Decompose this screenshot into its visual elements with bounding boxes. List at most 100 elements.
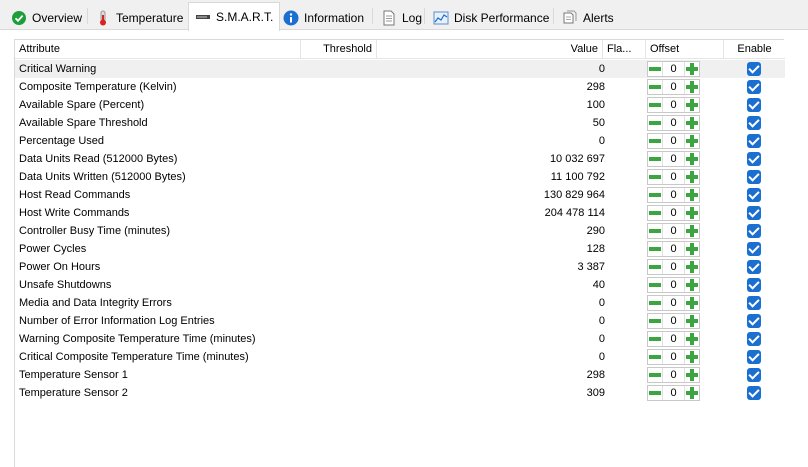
offset-value[interactable]: 0 [662,368,685,382]
column-flags[interactable]: Fla... [603,40,646,59]
offset-value[interactable]: 0 [662,206,685,220]
enable-checkbox[interactable] [747,188,761,202]
minus-icon[interactable] [648,368,662,382]
enable-checkbox[interactable] [747,62,761,76]
tab-log[interactable]: Log [374,4,429,30]
table-row[interactable]: Power On Hours 3 387 0 [15,258,785,276]
offset-value[interactable]: 0 [662,386,685,400]
enable-checkbox[interactable] [747,386,761,400]
enable-checkbox[interactable] [747,296,761,310]
enable-checkbox[interactable] [747,368,761,382]
minus-icon[interactable] [648,98,662,112]
offset-value[interactable]: 0 [662,260,685,274]
table-row[interactable]: Unsafe Shutdowns 40 0 [15,276,785,294]
minus-icon[interactable] [648,296,662,310]
table-row[interactable]: Temperature Sensor 1 298 0 [15,366,785,384]
minus-icon[interactable] [648,278,662,292]
offset-value[interactable]: 0 [662,350,685,364]
minus-icon[interactable] [648,224,662,238]
table-row[interactable]: Available Spare (Percent) 100 0 [15,96,785,114]
enable-checkbox[interactable] [747,170,761,184]
plus-icon[interactable] [685,98,699,112]
plus-icon[interactable] [685,134,699,148]
table-row[interactable]: Number of Error Information Log Entries 0… [15,312,785,330]
plus-icon[interactable] [685,170,699,184]
enable-checkbox[interactable] [747,206,761,220]
minus-icon[interactable] [648,188,662,202]
table-row[interactable]: Data Units Read (512000 Bytes) 10 032 697… [15,150,785,168]
table-row[interactable]: Host Read Commands 130 829 964 0 [15,186,785,204]
table-row[interactable]: Temperature Sensor 2 309 0 [15,384,785,402]
enable-checkbox[interactable] [747,314,761,328]
enable-checkbox[interactable] [747,278,761,292]
enable-checkbox[interactable] [747,350,761,364]
table-row[interactable]: Critical Warning 0 0 [15,60,785,78]
table-row[interactable]: Warning Composite Temperature Time (minu… [15,330,785,348]
plus-icon[interactable] [685,188,699,202]
offset-value[interactable]: 0 [662,170,685,184]
tab-alerts[interactable]: Alerts [555,4,621,30]
column-offset[interactable]: Offset [646,40,724,59]
offset-value[interactable]: 0 [662,224,685,238]
minus-icon[interactable] [648,170,662,184]
tab-temperature[interactable]: Temperature [88,4,190,30]
offset-value[interactable]: 0 [662,278,685,292]
table-row[interactable]: Available Spare Threshold 50 0 [15,114,785,132]
minus-icon[interactable] [648,80,662,94]
table-row[interactable]: Critical Composite Temperature Time (min… [15,348,785,366]
column-attribute[interactable]: Attribute [15,40,301,59]
plus-icon[interactable] [685,80,699,94]
plus-icon[interactable] [685,314,699,328]
column-value[interactable]: Value [377,40,603,59]
enable-checkbox[interactable] [747,242,761,256]
minus-icon[interactable] [648,386,662,400]
table-row[interactable]: Data Units Written (512000 Bytes) 11 100 … [15,168,785,186]
offset-value[interactable]: 0 [662,296,685,310]
minus-icon[interactable] [648,116,662,130]
column-enable[interactable]: Enable [724,40,785,59]
offset-value[interactable]: 0 [662,152,685,166]
offset-value[interactable]: 0 [662,134,685,148]
table-row[interactable]: Controller Busy Time (minutes) 290 0 [15,222,785,240]
plus-icon[interactable] [685,224,699,238]
enable-checkbox[interactable] [747,260,761,274]
table-row[interactable]: Percentage Used 0 0 [15,132,785,150]
tab-disk-performance[interactable]: Disk Performance [426,4,556,30]
minus-icon[interactable] [648,62,662,76]
column-threshold[interactable]: Threshold [301,40,377,59]
enable-checkbox[interactable] [747,332,761,346]
minus-icon[interactable] [648,260,662,274]
tab-information[interactable]: Information [276,4,371,30]
minus-icon[interactable] [648,152,662,166]
plus-icon[interactable] [685,386,699,400]
tab-overview[interactable]: Overview [4,4,89,30]
offset-value[interactable]: 0 [662,332,685,346]
offset-value[interactable]: 0 [662,314,685,328]
minus-icon[interactable] [648,134,662,148]
plus-icon[interactable] [685,116,699,130]
enable-checkbox[interactable] [747,116,761,130]
enable-checkbox[interactable] [747,98,761,112]
minus-icon[interactable] [648,242,662,256]
plus-icon[interactable] [685,332,699,346]
table-row[interactable]: Composite Temperature (Kelvin) 298 0 [15,78,785,96]
minus-icon[interactable] [648,314,662,328]
table-row[interactable]: Host Write Commands 204 478 114 0 [15,204,785,222]
offset-value[interactable]: 0 [662,62,685,76]
plus-icon[interactable] [685,368,699,382]
minus-icon[interactable] [648,350,662,364]
enable-checkbox[interactable] [747,80,761,94]
plus-icon[interactable] [685,350,699,364]
offset-value[interactable]: 0 [662,98,685,112]
plus-icon[interactable] [685,296,699,310]
offset-value[interactable]: 0 [662,242,685,256]
enable-checkbox[interactable] [747,152,761,166]
table-row[interactable]: Media and Data Integrity Errors 0 0 [15,294,785,312]
plus-icon[interactable] [685,278,699,292]
plus-icon[interactable] [685,242,699,256]
plus-icon[interactable] [685,152,699,166]
tab-smart[interactable]: S.M.A.R.T. [188,2,281,31]
enable-checkbox[interactable] [747,224,761,238]
plus-icon[interactable] [685,62,699,76]
table-row[interactable]: Power Cycles 128 0 [15,240,785,258]
